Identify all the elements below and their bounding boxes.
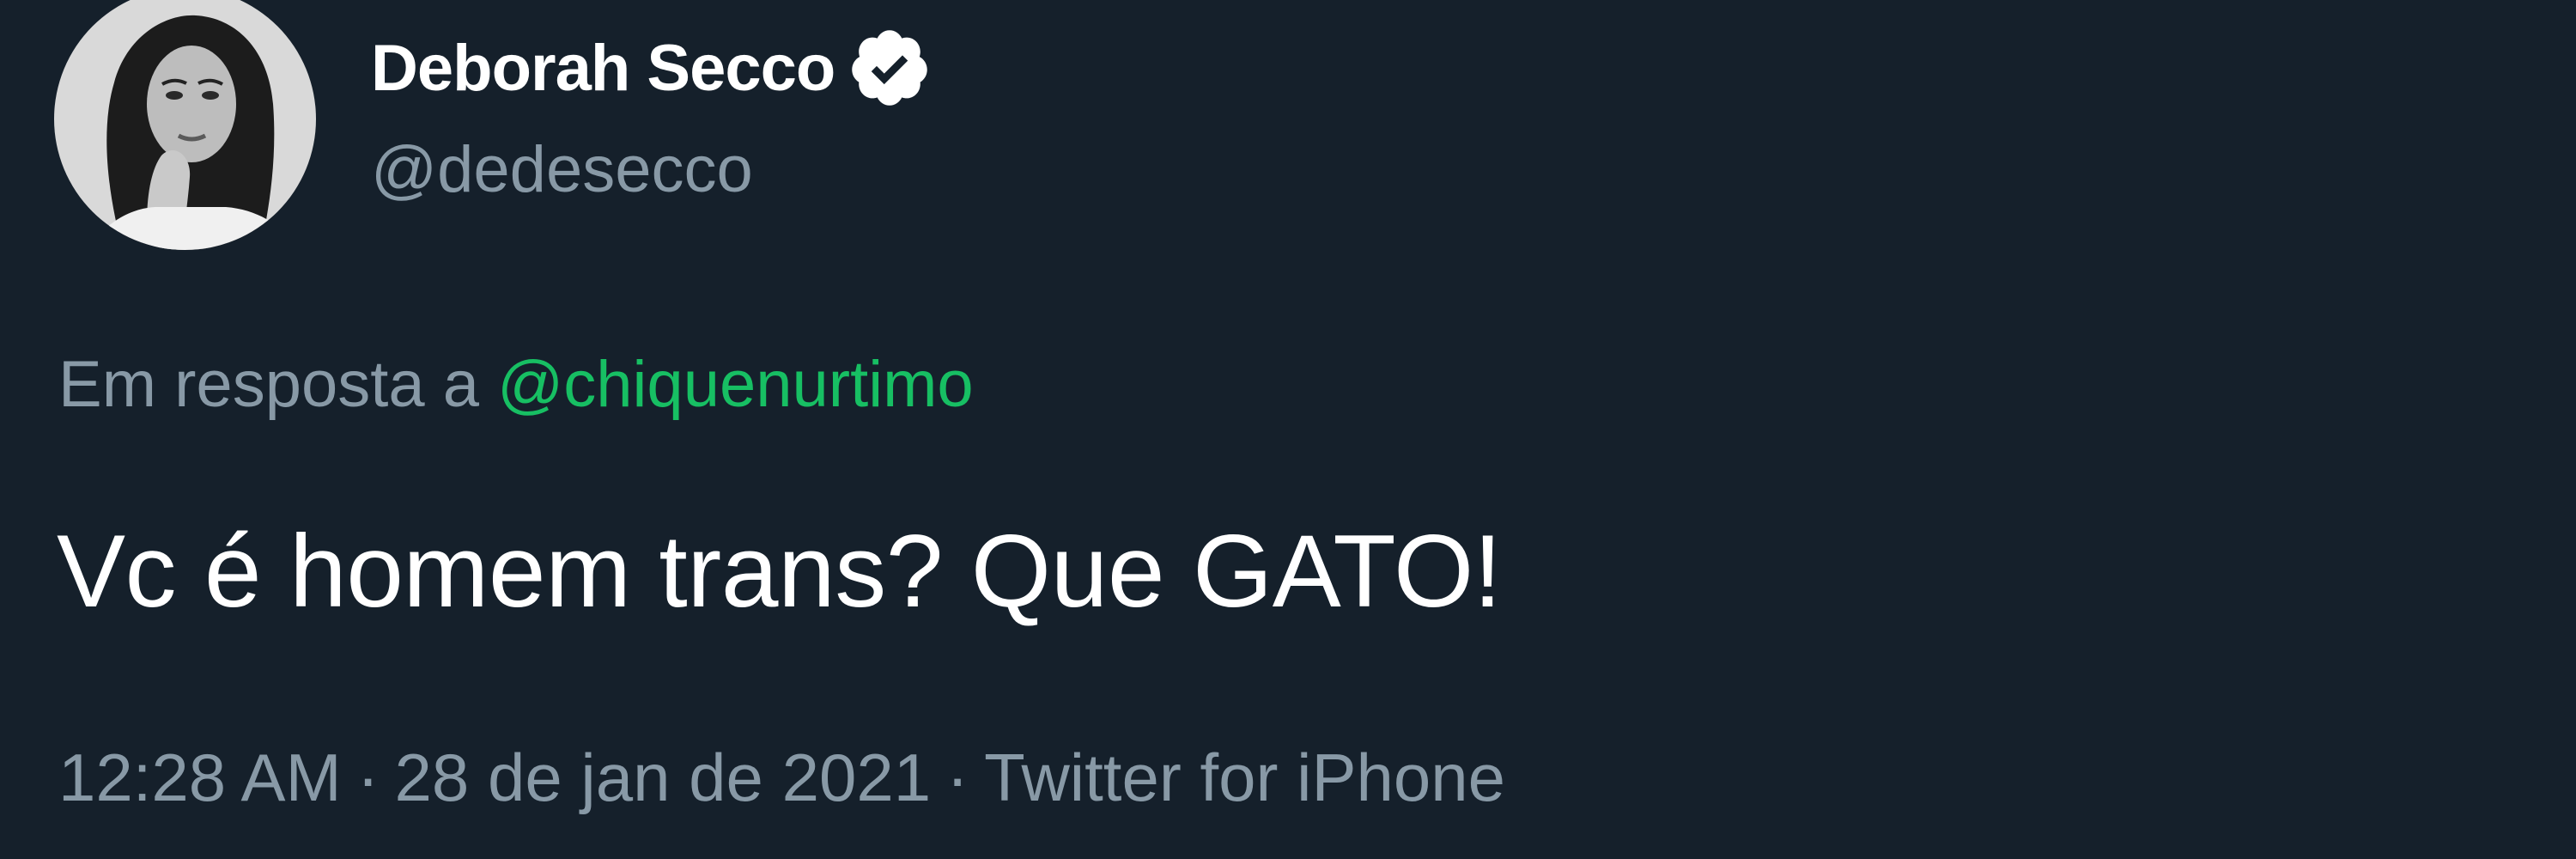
reply-prefix: Em resposta a <box>58 348 479 421</box>
avatar-photo <box>54 0 316 250</box>
meta-separator: · <box>946 740 969 815</box>
verified-badge-icon <box>847 25 933 111</box>
author-display-name[interactable]: Deborah Secco <box>371 31 835 106</box>
reply-context: Em resposta a @chiquenurtimo <box>58 347 974 422</box>
tweet-time-link[interactable]: 12:28 AM <box>58 740 342 815</box>
tweet-card: Deborah Secco @dedesecco Em resposta a @… <box>0 0 2576 859</box>
tweet-date-link[interactable]: 28 de jan de 2021 <box>395 740 932 815</box>
author-handle[interactable]: @dedesecco <box>371 132 753 207</box>
tweet-text: Vc é homem trans? Que GATO! <box>57 514 1502 629</box>
tweet-meta: 12:28 AM · 28 de jan de 2021 · Twitter for i… <box>58 739 1505 817</box>
author-name-row[interactable]: Deborah Secco <box>371 29 933 107</box>
reply-to-handle-link[interactable]: @chiquenurtimo <box>497 348 974 421</box>
tweet-source-link[interactable]: Twitter for iPhone <box>984 740 1505 815</box>
meta-separator: · <box>356 740 380 815</box>
avatar[interactable] <box>54 0 316 250</box>
